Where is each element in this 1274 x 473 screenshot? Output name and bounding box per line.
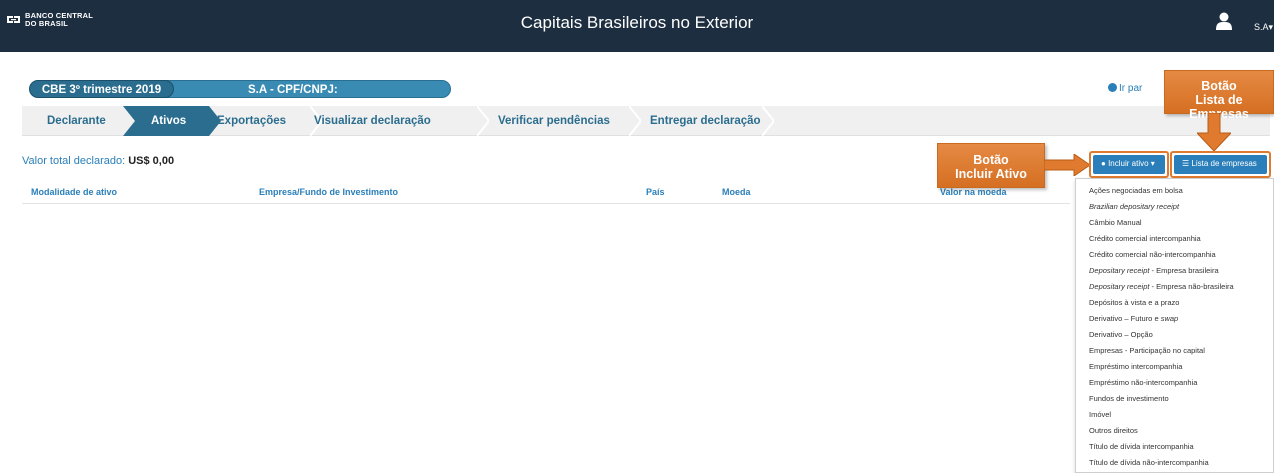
dropdown-item[interactable]: Brazilian depositary receipt [1089, 202, 1179, 211]
step-separator [762, 106, 774, 136]
col-empresa[interactable]: Empresa/Fundo de Investimento [259, 187, 398, 197]
dropdown-item[interactable]: Empréstimo intercompanhia [1089, 362, 1182, 371]
user-menu[interactable]: S.A▾ [1254, 22, 1273, 33]
cnpj-pill: S.A - CPF/CNPJ: [151, 80, 451, 98]
callout-incluir-ativo: Botão Incluir Ativo [937, 143, 1045, 188]
step-separator [629, 106, 641, 136]
arrow-circle-icon [1108, 83, 1117, 92]
plus-circle-icon: ● [1101, 159, 1106, 168]
callout-lista-empresas: Botão Lista de Empresas [1164, 70, 1274, 121]
callout-ativo-line2: Incluir Ativo [955, 167, 1027, 181]
dropdown-item[interactable]: Derivativo – Opção [1089, 330, 1153, 339]
dropdown-item[interactable]: Empresas - Participação no capital [1089, 346, 1205, 355]
dropdown-item[interactable]: Título de dívida intercompanhia [1089, 442, 1194, 451]
col-valor-moeda[interactable]: Valor na moeda [940, 187, 1007, 197]
lista-empresas-label: Lista de empresas [1191, 159, 1257, 168]
callout-ativo-line1: Botão [973, 153, 1009, 167]
tab-declarante[interactable]: Declarante [47, 106, 106, 136]
dropdown-item[interactable]: Fundos de investimento [1089, 394, 1169, 403]
incluir-ativo-label: Incluir ativo [1108, 159, 1149, 168]
dropdown-item[interactable]: Ações negociadas em bolsa [1089, 186, 1183, 195]
dropdown-item[interactable]: Câmbio Manual [1089, 218, 1142, 227]
step-tabs: Declarante Ativos Exportações Visualizar… [22, 106, 1270, 136]
dropdown-item[interactable]: Depósitos à vista e a prazo [1089, 298, 1179, 307]
col-moeda[interactable]: Moeda [722, 187, 751, 197]
total-value: US$ 0,00 [128, 155, 175, 167]
total-label: Valor total declarado: [22, 155, 126, 167]
tab-verificar-pendencias[interactable]: Verificar pendências [498, 106, 610, 136]
callout-arrow-right [1044, 154, 1090, 176]
col-pais[interactable]: País [646, 187, 665, 197]
dropdown-item[interactable]: Imóvel [1089, 410, 1111, 419]
dropdown-item[interactable]: Derivativo – Futuro e swap [1089, 314, 1178, 323]
top-bar: BANCO CENTRAL DO BRASIL Capitais Brasile… [0, 0, 1274, 52]
incluir-ativo-button[interactable]: ● Incluir ativo ▾ [1093, 155, 1165, 174]
total-declared: Valor total declarado: US$ 0,00 [22, 155, 174, 167]
dropdown-item[interactable]: Depositary receipt - Empresa não-brasile… [1089, 282, 1234, 291]
callout-arrow-down [1197, 113, 1231, 151]
tab-ativos[interactable]: Ativos [151, 106, 186, 136]
list-icon: ☰ [1182, 159, 1190, 168]
step-separator [477, 106, 489, 136]
period-pill: CBE 3º trimestre 2019 [29, 80, 174, 98]
user-name: S.A [1254, 22, 1269, 32]
dropdown-item[interactable]: Crédito comercial intercompanhia [1089, 234, 1201, 243]
user-icon[interactable] [1216, 12, 1232, 30]
tab-entregar-declaracao[interactable]: Entregar declaração [650, 106, 761, 136]
table-header-divider [22, 203, 1070, 204]
lista-empresas-button[interactable]: ☰ Lista de empresas [1174, 155, 1267, 174]
callout-lista-line1: Botão [1201, 79, 1237, 93]
col-modalidade[interactable]: Modalidade de ativo [31, 187, 117, 197]
step-active-notch [123, 106, 135, 136]
dropdown-item[interactable]: Outros direitos [1089, 426, 1138, 435]
ir-link-label: Ir par [1119, 83, 1143, 94]
tab-visualizar-declaracao[interactable]: Visualizar declaração [314, 106, 431, 136]
caret-down-icon: ▾ [1150, 159, 1155, 168]
caret-down-icon: ▾ [1268, 22, 1274, 32]
dropdown-item[interactable]: Empréstimo não-intercompanhia [1089, 378, 1197, 387]
dropdown-item[interactable]: Título de dívida não-intercompanhia [1089, 458, 1209, 467]
incluir-ativo-dropdown: Ações negociadas em bolsa Brazilian depo… [1075, 178, 1274, 473]
dropdown-item[interactable]: Crédito comercial não-intercompanhia [1089, 250, 1216, 259]
app-title: Capitais Brasileiros no Exterior [520, 13, 754, 32]
tab-exportacoes[interactable]: Exportações [217, 106, 286, 136]
ir-link[interactable]: Ir par [1108, 83, 1142, 94]
dropdown-item[interactable]: Depositary receipt - Empresa brasileira [1089, 266, 1219, 275]
